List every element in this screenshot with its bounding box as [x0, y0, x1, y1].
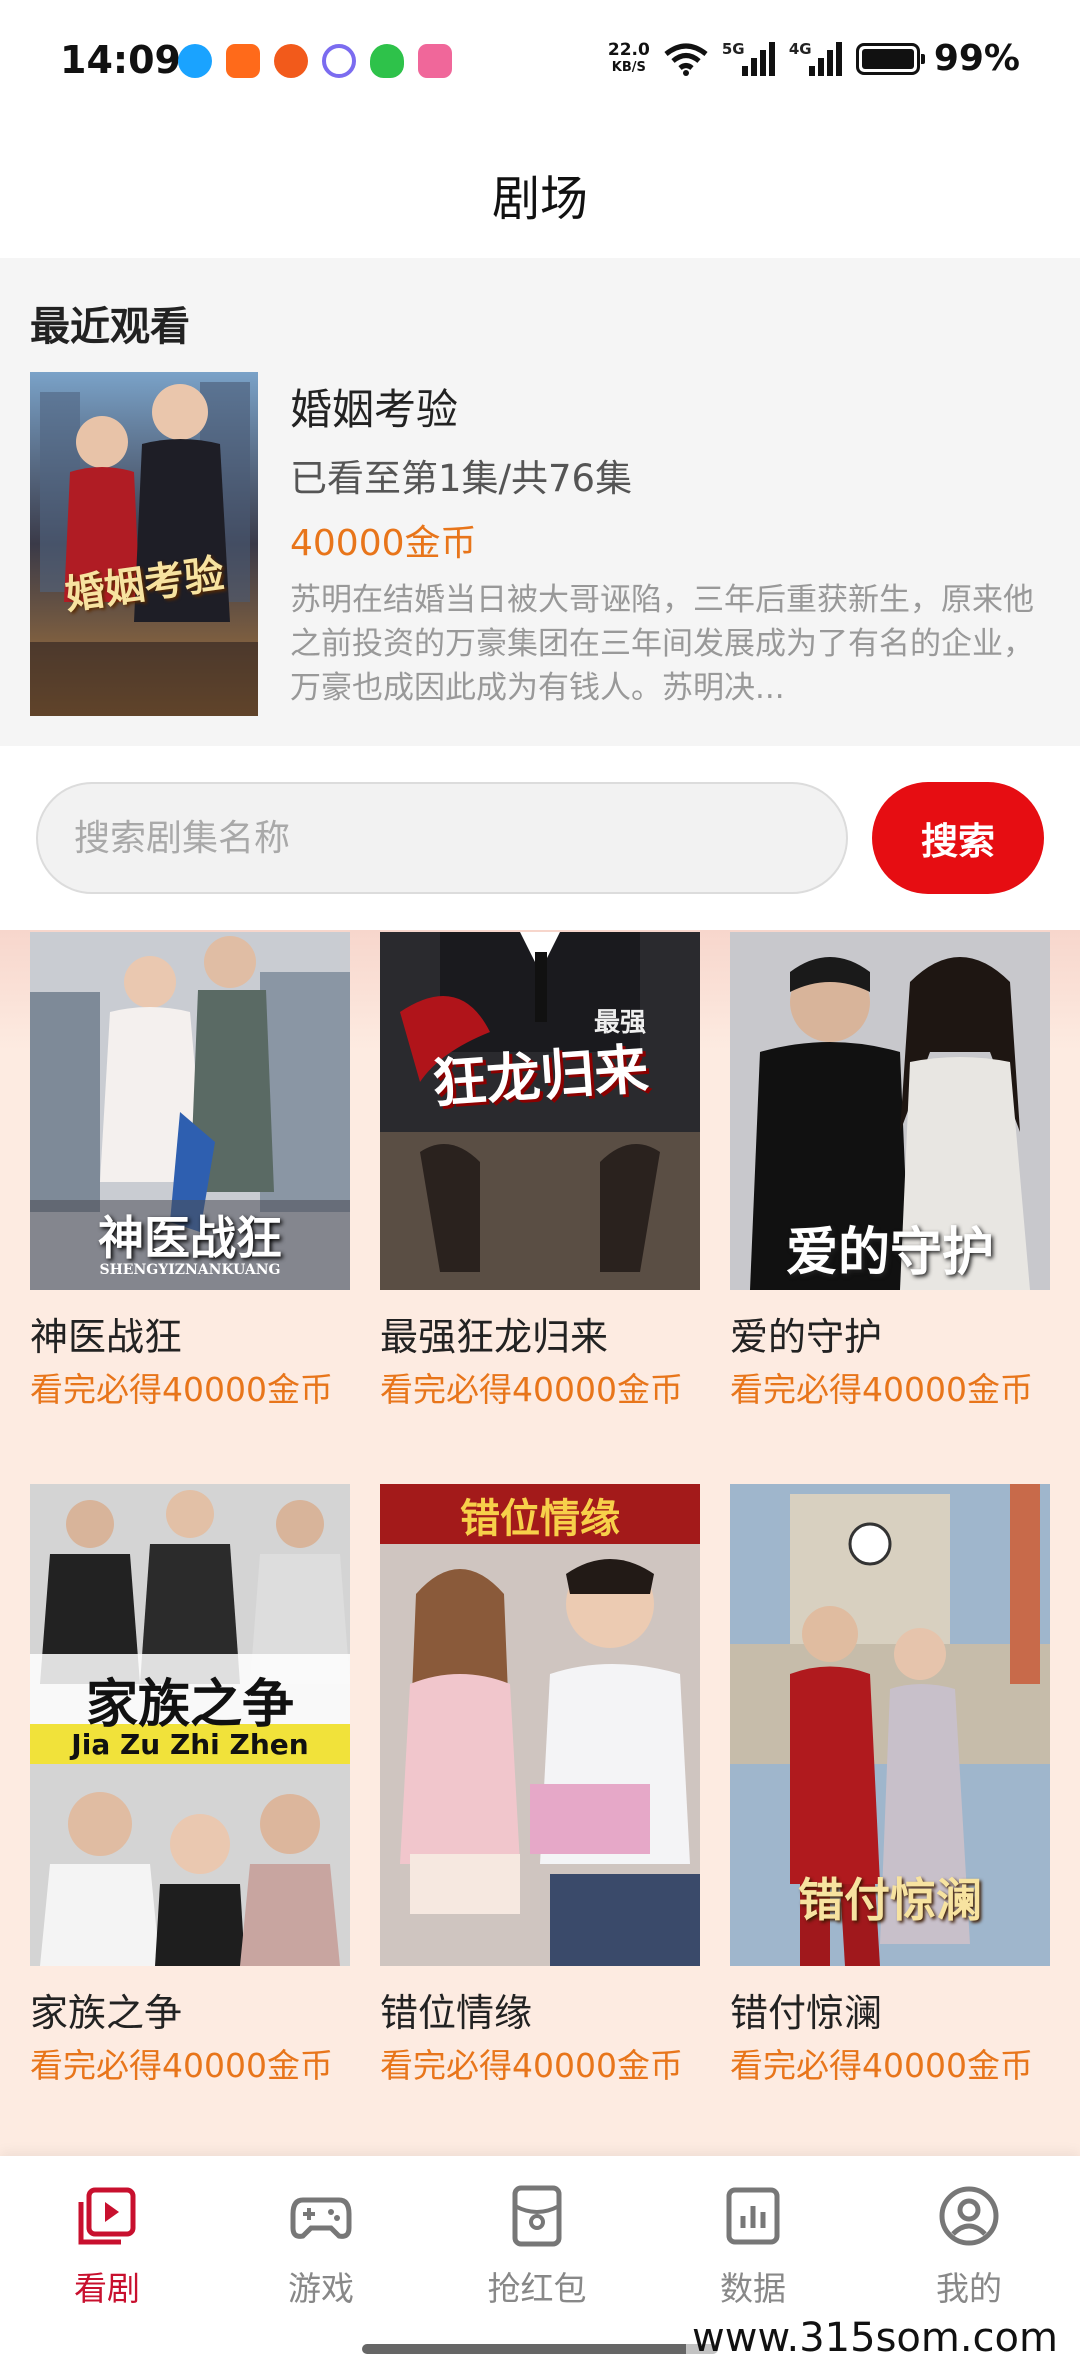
recent-coin-reward: 40000金币: [290, 523, 477, 564]
notification-icons: [178, 44, 452, 78]
drama-title[interactable]: 爱的守护: [730, 1306, 1050, 1361]
drama-card[interactable]: 狂龙归来 最强 最强狂龙归来 看完必得40000金币: [380, 932, 700, 1411]
kuaishou-icon: [226, 44, 260, 78]
search-bar: 搜索: [0, 780, 1080, 898]
poster-caption: 家族之争: [85, 1674, 294, 1735]
drama-card[interactable]: 爱的守护 爱的守护 看完必得40000金币: [730, 932, 1050, 1411]
poster-caption: 错付惊澜: [798, 1873, 982, 1927]
drama-reward: 看完必得40000金币: [30, 2046, 333, 2085]
recently-watched-heading: 最近观看: [30, 304, 190, 350]
wifi-icon: [664, 43, 708, 76]
drama-card[interactable]: 错位情缘 错位情缘 看完必得40000金币: [380, 1484, 700, 2087]
drama-poster[interactable]: 错付惊澜: [730, 1484, 1050, 1966]
drama-card[interactable]: 神医战狂 SHENGYIZNANKUANG 神医战狂 看完必得40000金币: [30, 932, 350, 1411]
poster-subcaption: 最强: [593, 1008, 646, 1038]
tab-label: 我的: [936, 2269, 1002, 2308]
net-speed-value: 22.0: [607, 39, 650, 60]
drama-title[interactable]: 神医战狂: [30, 1306, 350, 1361]
poster-image: [380, 1484, 700, 1966]
tab-games[interactable]: 游戏: [236, 2184, 406, 2310]
gamepad-icon: [290, 2197, 352, 2239]
recent-drama-title[interactable]: 婚姻考验: [290, 376, 458, 437]
video-icon: [78, 2187, 136, 2245]
recently-watched-section: 最近观看 婚姻考验 婚姻考验 已看至第1集/共76集 40000金币 苏明在结婚…: [0, 258, 1080, 746]
signal-5g-label: 5G: [721, 39, 745, 58]
home-indicator[interactable]: [362, 2344, 718, 2354]
drama-title[interactable]: 家族之争: [30, 1982, 350, 2037]
signal-5g-icon: 5G: [721, 39, 775, 76]
tab-watch[interactable]: 看剧: [22, 2184, 192, 2310]
net-speed: 22.0 KB/S: [608, 41, 650, 77]
battery-percent: 99%: [933, 38, 1020, 79]
weibo-icon: [274, 44, 308, 78]
search-button[interactable]: 搜索: [872, 782, 1044, 894]
tab-red-packet[interactable]: 抢红包: [452, 2184, 622, 2310]
drama-poster[interactable]: 狂龙归来 最强: [380, 932, 700, 1290]
shield-icon: [370, 44, 404, 78]
bar-chart-icon: [726, 2187, 780, 2245]
drama-card[interactable]: 家族之争 Jia Zu Zhi Zhen 家族之争 看完必得40000金币: [30, 1484, 350, 2087]
tab-label: 看剧: [74, 2269, 140, 2308]
qq-icon: [178, 44, 212, 78]
status-bar: 14:09 22.0 KB/S 5G 4G 99%: [0, 0, 1080, 130]
battery-icon: [855, 42, 925, 75]
signal-4g-icon: 4G: [788, 39, 842, 76]
drama-reward: 看完必得40000金币: [30, 1370, 333, 1409]
recent-drama-poster[interactable]: 婚姻考验: [30, 372, 258, 716]
poster-subcaption: SHENGYIZNANKUANG: [99, 1262, 281, 1278]
drama-reward: 看完必得40000金币: [730, 1370, 1033, 1409]
drama-card[interactable]: 错付惊澜 错付惊澜 看完必得40000金币: [730, 1484, 1050, 2087]
drama-reward: 看完必得40000金币: [380, 1370, 683, 1409]
tab-label: 数据: [720, 2269, 786, 2308]
drama-grid: 神医战狂 SHENGYIZNANKUANG 神医战狂 看完必得40000金币 狂…: [0, 930, 1080, 2156]
poster-caption: 神医战狂: [98, 1211, 282, 1265]
app-icon: [322, 44, 356, 78]
tab-mine[interactable]: 我的: [884, 2184, 1054, 2310]
drama-title[interactable]: 错位情缘: [380, 1982, 700, 2037]
tab-label: 抢红包: [487, 2269, 587, 2308]
poster-subcaption: Jia Zu Zhi Zhen: [71, 1728, 309, 1761]
net-speed-unit: KB/S: [611, 59, 646, 75]
drama-poster[interactable]: 家族之争 Jia Zu Zhi Zhen: [30, 1484, 350, 1966]
page-header: 剧场: [0, 130, 1080, 258]
tab-data[interactable]: 数据: [668, 2184, 838, 2310]
drama-poster[interactable]: 神医战狂 SHENGYIZNANKUANG: [30, 932, 350, 1290]
page-title: 剧场: [491, 171, 588, 227]
drama-title[interactable]: 错付惊澜: [730, 1982, 1050, 2037]
profile-icon: [939, 2186, 999, 2246]
recent-drama-description: 苏明在结婚当日被大哥诬陷，三年后重获新生，原来他之前投资的万豪集团在三年间发展成…: [290, 582, 1034, 706]
drama-reward: 看完必得40000金币: [380, 2046, 683, 2085]
red-packet-icon: [512, 2185, 562, 2247]
recent-watch-progress: 已看至第1集/共76集: [290, 457, 633, 500]
poster-caption: 错位情缘: [460, 1495, 620, 1542]
drama-poster[interactable]: 错位情缘: [380, 1484, 700, 1966]
bilibili-icon: [418, 44, 452, 78]
poster-caption: 爱的守护: [785, 1222, 994, 1283]
watermark: www.315som.com: [686, 2315, 1064, 2361]
status-time: 14:09: [60, 38, 181, 82]
drama-poster[interactable]: 爱的守护: [730, 932, 1050, 1290]
tab-label: 游戏: [288, 2269, 354, 2308]
signal-4g-label: 4G: [788, 39, 812, 58]
search-input[interactable]: [36, 782, 848, 894]
drama-title[interactable]: 最强狂龙归来: [380, 1306, 700, 1361]
drama-reward: 看完必得40000金币: [730, 2046, 1033, 2085]
